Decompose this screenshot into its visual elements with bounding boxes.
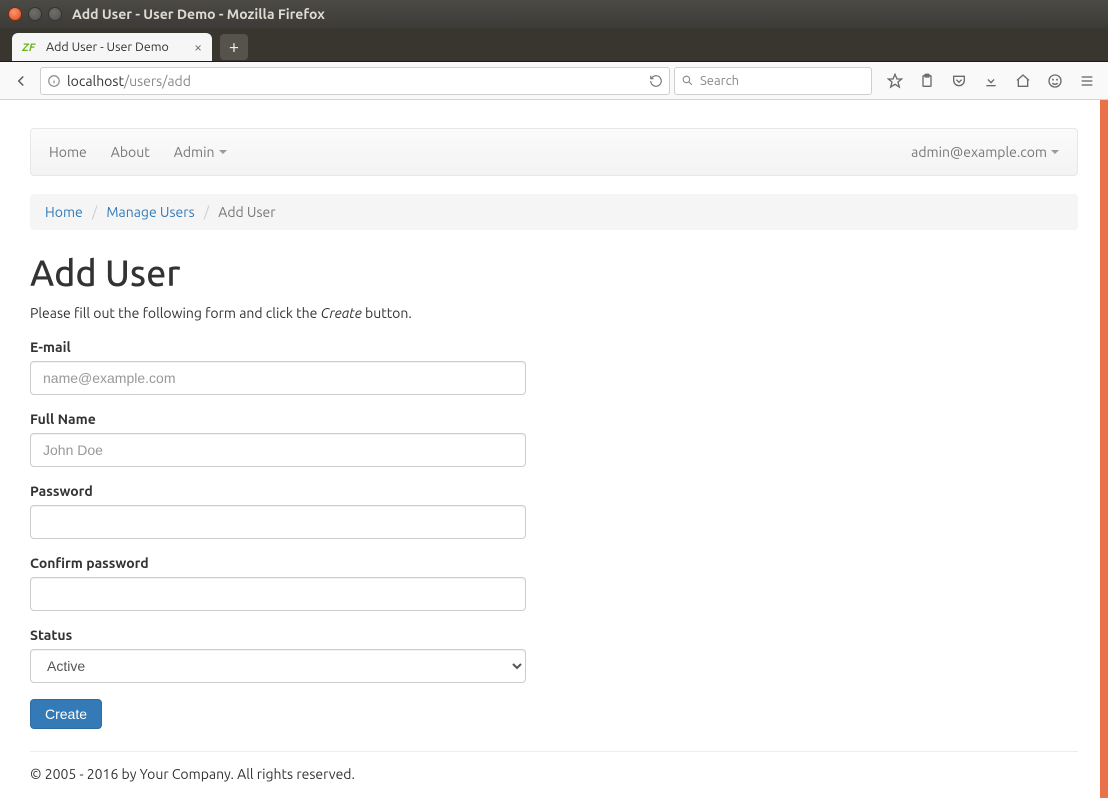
hamburger-menu-icon[interactable] bbox=[1072, 67, 1102, 95]
new-tab-button[interactable]: + bbox=[220, 34, 248, 60]
confirm-password-field[interactable] bbox=[30, 577, 526, 611]
window-titlebar: Add User - User Demo - Mozilla Firefox bbox=[0, 0, 1108, 28]
search-icon bbox=[681, 74, 694, 87]
confirm-password-label: Confirm password bbox=[30, 555, 526, 571]
toolbar-right-icons bbox=[880, 67, 1102, 95]
browser-tab-active[interactable]: ZF Add User - User Demo × bbox=[12, 33, 212, 61]
window-maximize-button[interactable] bbox=[48, 7, 62, 21]
breadcrumb: Home / Manage Users / Add User bbox=[30, 194, 1078, 230]
breadcrumb-home[interactable]: Home bbox=[45, 204, 83, 220]
nav-user-menu[interactable]: admin@example.com bbox=[911, 144, 1059, 160]
right-orange-strip bbox=[1100, 100, 1108, 798]
status-label: Status bbox=[30, 627, 526, 643]
clipboard-icon[interactable] bbox=[912, 67, 942, 95]
url-path: /users/add bbox=[124, 73, 191, 89]
breadcrumb-sep: / bbox=[198, 204, 215, 220]
footer-text: © 2005 - 2016 by Your Company. All right… bbox=[30, 766, 1078, 782]
email-field[interactable] bbox=[30, 361, 526, 395]
site-info-icon[interactable] bbox=[47, 74, 61, 88]
nav-item-about[interactable]: About bbox=[111, 144, 150, 160]
tab-title: Add User - User Demo bbox=[46, 40, 169, 54]
password-field[interactable] bbox=[30, 505, 526, 539]
tab-close-icon[interactable]: × bbox=[194, 40, 202, 54]
search-placeholder: Search bbox=[700, 74, 739, 88]
url-host: localhost bbox=[67, 73, 124, 89]
url-text: localhost/users/add bbox=[67, 73, 191, 89]
pocket-icon[interactable] bbox=[944, 67, 974, 95]
fullname-field[interactable] bbox=[30, 433, 526, 467]
chevron-down-icon bbox=[219, 150, 227, 154]
intro-text-em: Create bbox=[321, 305, 362, 321]
page-viewport: Home About Admin admin@example.com Home … bbox=[0, 100, 1108, 798]
window-minimize-button[interactable] bbox=[28, 7, 42, 21]
window-buttons bbox=[8, 7, 62, 21]
page-title: Add User bbox=[30, 252, 1078, 293]
home-icon[interactable] bbox=[1008, 67, 1038, 95]
page-intro: Please fill out the following form and c… bbox=[30, 305, 1078, 321]
add-user-form: E-mail Full Name Password Confirm passwo… bbox=[30, 339, 1078, 729]
smiley-icon[interactable] bbox=[1040, 67, 1070, 95]
intro-text-before: Please fill out the following form and c… bbox=[30, 305, 321, 321]
browser-search-box[interactable]: Search bbox=[674, 67, 872, 95]
status-select[interactable]: Active bbox=[30, 649, 526, 683]
nav-item-admin[interactable]: Admin bbox=[174, 144, 227, 160]
breadcrumb-manage-users[interactable]: Manage Users bbox=[106, 204, 194, 220]
nav-item-home[interactable]: Home bbox=[49, 144, 87, 160]
url-bar[interactable]: localhost/users/add bbox=[40, 67, 670, 95]
nav-user-label: admin@example.com bbox=[911, 144, 1047, 160]
svg-text:ZF: ZF bbox=[22, 42, 36, 54]
downloads-icon[interactable] bbox=[976, 67, 1006, 95]
app-navbar: Home About Admin admin@example.com bbox=[30, 128, 1078, 176]
nav-item-admin-label: Admin bbox=[174, 144, 215, 160]
window-title: Add User - User Demo - Mozilla Firefox bbox=[72, 6, 325, 22]
zend-favicon-icon: ZF bbox=[22, 39, 38, 55]
bookmark-star-icon[interactable] bbox=[880, 67, 910, 95]
email-label: E-mail bbox=[30, 339, 526, 355]
browser-toolbar: localhost/users/add Search bbox=[0, 62, 1108, 100]
chevron-down-icon bbox=[1051, 150, 1059, 154]
intro-text-after: button. bbox=[362, 305, 412, 321]
password-label: Password bbox=[30, 483, 526, 499]
reload-icon[interactable] bbox=[649, 74, 663, 88]
breadcrumb-current: Add User bbox=[218, 204, 275, 220]
breadcrumb-sep: / bbox=[86, 204, 103, 220]
window-close-button[interactable] bbox=[8, 7, 22, 21]
footer-divider bbox=[30, 751, 1078, 752]
page-content: Home About Admin admin@example.com Home … bbox=[0, 100, 1108, 798]
create-button[interactable]: Create bbox=[30, 699, 102, 729]
nav-left: Home About Admin bbox=[49, 144, 227, 160]
back-button[interactable] bbox=[6, 67, 36, 95]
fullname-label: Full Name bbox=[30, 411, 526, 427]
browser-tabstrip: ZF Add User - User Demo × + bbox=[0, 28, 1108, 62]
